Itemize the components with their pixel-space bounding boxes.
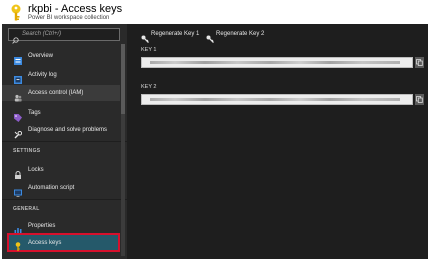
menu-item-diagnose[interactable]: Diagnose and solve problems — [2, 122, 120, 139]
regenerate-key2-button[interactable]: Regenerate Key 2 — [206, 29, 268, 43]
menu-item-label: Diagnose and solve problems — [28, 127, 108, 133]
copy-icon — [416, 59, 423, 66]
menu-item-label: Properties — [28, 223, 56, 229]
menu-item-label: Locks — [28, 167, 44, 173]
menu-item-tags[interactable]: Tags — [2, 105, 120, 122]
key-icon — [206, 30, 214, 43]
key1-field[interactable] — [141, 57, 413, 68]
key2-field[interactable] — [141, 94, 413, 105]
lock-icon — [14, 166, 22, 179]
key-icon — [141, 30, 149, 43]
tag-icon — [14, 109, 22, 122]
menu-item-access-keys[interactable]: Access keys — [7, 233, 120, 252]
menu-item-overview[interactable]: Overview — [2, 48, 120, 65]
menu-item-label: Automation script — [28, 185, 75, 191]
key1-label: KEY 1 — [141, 47, 157, 53]
overview-icon — [14, 52, 22, 65]
main-panel: Regenerate Key 1 Regenerate Key 2 KEY 1 … — [129, 24, 428, 259]
regenerate-key2-label: Regenerate Key 2 — [216, 31, 265, 37]
menu-item-label: Access control (IAM) — [28, 90, 84, 96]
menu-item-label: Activity log — [28, 72, 57, 78]
regenerate-key1-button[interactable]: Regenerate Key 1 — [141, 29, 203, 43]
regenerate-key1-label: Regenerate Key 1 — [151, 31, 200, 37]
key-icon — [14, 238, 22, 251]
menu-divider — [2, 141, 127, 142]
scrollbar-thumb[interactable] — [121, 44, 125, 114]
search-input[interactable]: Search (Ctrl+/) — [8, 28, 120, 44]
menu-item-label: Overview — [28, 53, 54, 59]
copy-icon — [416, 96, 423, 103]
section-heading-settings: SETTINGS — [13, 148, 41, 154]
copy-key2-button[interactable] — [415, 94, 424, 105]
menu-scrollbar[interactable] — [121, 44, 125, 256]
key-icon — [8, 4, 24, 22]
wrench-icon — [14, 126, 23, 139]
menu-item-label: Access keys — [28, 240, 62, 246]
app-window: rkpbi - Access keys Power BI workspace c… — [2, 2, 428, 259]
menu-item-automation-script[interactable]: Automation script — [2, 180, 120, 197]
menu-divider — [2, 199, 127, 200]
page-subtitle: Power BI workspace collection — [28, 15, 110, 21]
people-icon — [14, 89, 22, 102]
key2-label: KEY 2 — [141, 84, 157, 90]
menu-item-locks[interactable]: Locks — [2, 162, 120, 179]
copy-key1-button[interactable] — [415, 57, 424, 68]
section-heading-general: GENERAL — [13, 206, 40, 212]
page-title: rkpbi - Access keys — [28, 3, 123, 15]
resource-menu: Search (Ctrl+/) Overview Activity log Ac… — [2, 24, 127, 259]
script-icon — [14, 184, 22, 197]
menu-item-label: Tags — [28, 110, 41, 116]
menu-item-activity-log[interactable]: Activity log — [2, 67, 120, 84]
menu-item-access-control[interactable]: Access control (IAM) — [2, 85, 120, 102]
menu-item-properties[interactable]: Properties — [2, 218, 120, 235]
properties-icon — [14, 222, 22, 235]
search-icon — [12, 31, 19, 44]
key2-value-redacted — [150, 98, 400, 101]
search-placeholder: Search (Ctrl+/) — [22, 31, 62, 37]
blade-header: rkpbi - Access keys Power BI workspace c… — [2, 2, 428, 24]
key1-value-redacted — [150, 61, 400, 64]
activity-log-icon — [14, 71, 22, 84]
